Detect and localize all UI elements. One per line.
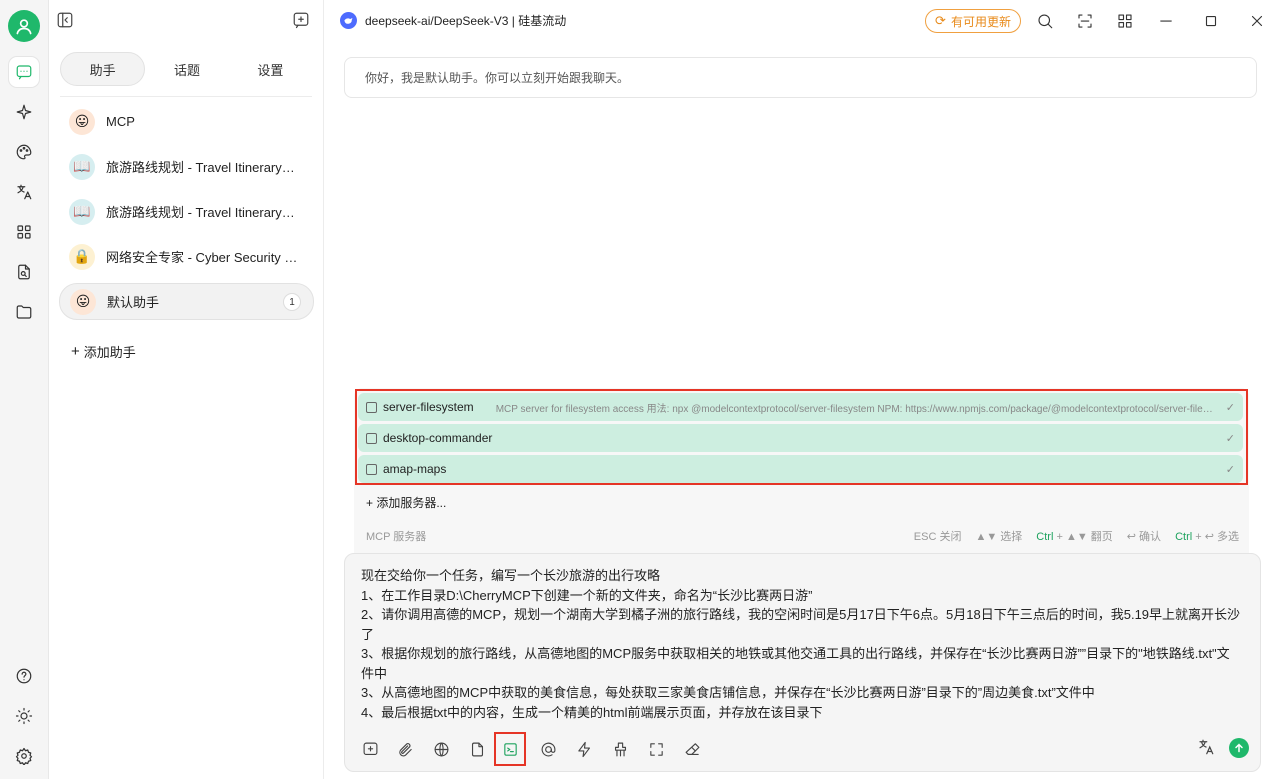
assistant-list: 😛 MCP 📖 旅游路线规划 - Travel Itinerary Planne… <box>59 103 314 328</box>
mcp-popup-footer: MCP 服务器 ESC 关闭 ▲▼ 选择 Ctrl + ▲▼ 翻页 ↩ 确认 C… <box>366 528 1239 544</box>
plus-icon: + <box>71 343 80 360</box>
input-line: 1、在工作目录D:\CherryMCP下创建一个新的文件夹，命名为“长沙比赛两日… <box>361 587 813 603</box>
refresh-icon: ⟳ <box>935 13 946 28</box>
tabs-divider <box>60 96 312 97</box>
hint-page: Ctrl + ▲▼ 翻页 <box>1036 528 1112 544</box>
eraser-icon[interactable] <box>681 738 703 760</box>
assistant-sidebar: 助手 话题 设置 😛 MCP 📖 旅游路线规划 - Travel Itinera… <box>49 0 324 779</box>
translate-icon[interactable] <box>9 177 39 207</box>
hint-select: ▲▼ 选择 <box>975 531 1023 543</box>
assistant-emoji: 🔒 <box>69 243 95 270</box>
hint-multi-key: Ctrl <box>1175 531 1193 543</box>
add-server-button[interactable]: + 添加服务器... <box>366 494 446 511</box>
theme-icon[interactable] <box>9 701 39 731</box>
hint-multi: Ctrl + ↩ 多选 <box>1175 528 1239 544</box>
palette-icon[interactable] <box>9 137 39 167</box>
settings-icon[interactable] <box>9 741 39 771</box>
translate-icon[interactable] <box>1197 738 1217 758</box>
assistant-name: 默认助手 <box>107 295 160 310</box>
assistant-greeting: 你好，我是默认助手。你可以立刻开始跟我聊天。 <box>344 57 1257 98</box>
message-input-box[interactable]: 现在交给你一个任务，编写一个长沙旅游的出行攻略 1、在工作目录D:\Cherry… <box>344 553 1261 772</box>
mcp-servers-highlight-box <box>355 389 1248 485</box>
expand-input-icon[interactable] <box>645 738 667 760</box>
add-server-label: 添加服务器... <box>376 496 447 510</box>
input-line: 现在交给你一个任务，编写一个长沙旅游的出行攻略 <box>361 568 661 583</box>
new-topic-icon[interactable] <box>292 11 310 29</box>
assistant-item-security[interactable]: 🔒 网络安全专家 - Cyber Security Expert <box>59 238 314 275</box>
chat-main: 你好，我是默认助手。你可以立刻开始跟我聊天。 server-filesystem… <box>324 42 1279 779</box>
arrow-up-icon <box>1235 743 1243 753</box>
mcp-server-popup: server-filesystem MCP server for filesys… <box>354 388 1249 553</box>
update-available-button[interactable]: ⟳ 有可用更新 <box>925 9 1021 33</box>
hint-confirm: ↩ 确认 <box>1126 531 1162 543</box>
fullscreen-icon[interactable] <box>1076 12 1094 30</box>
assistant-emoji: 📖 <box>69 198 95 225</box>
search-icon[interactable] <box>1036 12 1054 30</box>
hint-esc: ESC 关闭 <box>913 531 962 543</box>
topic-count-badge: 1 <box>283 293 301 311</box>
send-button[interactable] <box>1229 738 1249 758</box>
input-line: 2、请你调用高德的MCP，规划一个湖南大学到橘子洲的旅行路线，我的空闲时间是5月… <box>361 607 1241 642</box>
assistant-item-travel-2[interactable]: 📖 旅游路线规划 - Travel Itinerary Planner <box>59 193 314 230</box>
grid-layout-icon[interactable] <box>1116 12 1134 30</box>
attachment-icon[interactable] <box>394 738 416 760</box>
assistant-item-mcp[interactable]: 😛 MCP <box>59 103 314 140</box>
model-selector[interactable]: deepseek-ai/DeepSeek-V3 | 硅基流动 <box>340 12 566 29</box>
hint-page-text: + ▲▼ 翻页 <box>1056 531 1113 543</box>
quick-phrase-icon[interactable] <box>573 738 595 760</box>
tab-assistants[interactable]: 助手 <box>60 52 146 86</box>
add-assistant-label: 添加助手 <box>83 345 136 360</box>
assistant-emoji: 📖 <box>69 153 95 180</box>
mention-icon[interactable] <box>537 738 559 760</box>
assistant-name: 旅游路线规划 - Travel Itinerary Planner <box>106 205 298 220</box>
update-label: 有可用更新 <box>950 14 1011 29</box>
sidebar-tabs: 助手 话题 设置 <box>60 52 312 86</box>
sparkle-icon[interactable] <box>9 97 39 127</box>
minimize-icon[interactable] <box>1157 12 1175 30</box>
deepseek-logo-icon <box>340 12 357 29</box>
add-assistant-button[interactable]: + 添加助手 <box>71 342 136 361</box>
mcp-server-toggle-icon[interactable] <box>494 732 526 766</box>
assistant-name: 网络安全专家 - Cyber Security Expert <box>106 250 298 265</box>
assistant-emoji: 😛 <box>70 288 96 315</box>
plus-icon: + <box>366 496 377 510</box>
tab-topics[interactable]: 话题 <box>145 52 228 86</box>
apps-icon[interactable] <box>9 217 39 247</box>
user-avatar[interactable] <box>8 10 40 42</box>
chat-icon[interactable] <box>9 57 39 87</box>
web-search-icon[interactable] <box>430 738 452 760</box>
hint-multi-text: + ↩ 多选 <box>1195 531 1239 543</box>
help-icon[interactable] <box>9 661 39 691</box>
assistant-item-default[interactable]: 😛 默认助手 1 <box>59 283 314 320</box>
message-input[interactable]: 现在交给你一个任务，编写一个长沙旅游的出行攻略 1、在工作目录D:\Cherry… <box>361 566 1241 722</box>
model-name: deepseek-ai/DeepSeek-V3 | 硅基流动 <box>365 14 567 28</box>
clear-context-icon[interactable] <box>609 738 631 760</box>
assistant-name: 旅游路线规划 - Travel Itinerary Planner <box>106 160 298 175</box>
assistant-name: MCP <box>106 114 135 129</box>
knowledge-base-icon[interactable] <box>466 738 488 760</box>
assistant-item-travel[interactable]: 📖 旅游路线规划 - Travel Itinerary Planner <box>59 148 314 185</box>
folder-icon[interactable] <box>9 297 39 327</box>
hint-page-key: Ctrl <box>1036 531 1054 543</box>
keyboard-hints: ESC 关闭 ▲▼ 选择 Ctrl + ▲▼ 翻页 ↩ 确认 Ctrl + ↩ … <box>914 528 1239 544</box>
assistant-emoji: 😛 <box>69 108 95 135</box>
input-line: 3、根据你规划的旅行路线，从高德地图的MCP服务中获取相关的地铁或其他交通工具的… <box>361 646 1230 681</box>
maximize-icon[interactable] <box>1202 12 1220 30</box>
input-line: 4、最后根据txt中的内容，生成一个精美的html前端展示页面，并存放在该目录下 <box>361 704 823 720</box>
top-header: deepseek-ai/DeepSeek-V3 | 硅基流动 ⟳ 有可用更新 <box>324 0 1279 42</box>
file-search-icon[interactable] <box>9 257 39 287</box>
sidebar-collapse-icon[interactable] <box>56 11 74 29</box>
new-topic-icon[interactable] <box>359 738 381 760</box>
close-icon[interactable] <box>1248 12 1266 30</box>
mcp-footer-label: MCP 服务器 <box>366 531 427 543</box>
input-line: 3、从高德地图的MCP中获取的美食信息，每处获取三家美食店铺信息，并保存在“长沙… <box>361 685 1095 700</box>
nav-rail <box>0 0 49 779</box>
tab-settings[interactable]: 设置 <box>229 52 312 86</box>
